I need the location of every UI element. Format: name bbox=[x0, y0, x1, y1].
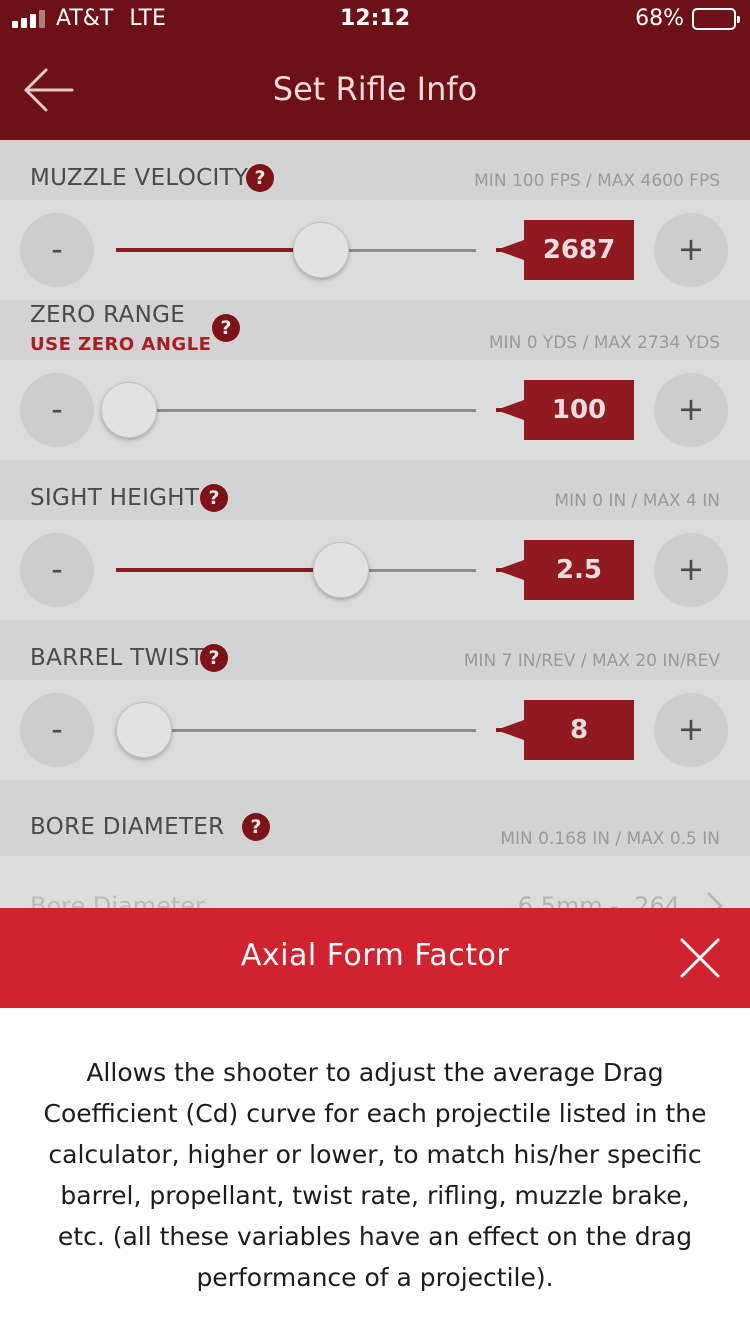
barrel-twist-decrement-button[interactable]: - bbox=[20, 693, 94, 767]
sight-height-header: SIGHT HEIGHT ? MIN 0 IN / MAX 4 IN bbox=[0, 460, 750, 520]
close-icon bbox=[680, 938, 720, 978]
barrel-twist-header: BARREL TWIST ? MIN 7 IN/REV / MAX 20 IN/… bbox=[0, 620, 750, 680]
bore-diameter-range: MIN 0.168 IN / MAX 0.5 IN bbox=[500, 829, 720, 849]
info-sheet-title: Axial Form Factor bbox=[240, 938, 510, 973]
barrel-twist-increment-button[interactable]: + bbox=[654, 693, 728, 767]
muzzle-velocity-range: MIN 100 FPS / MAX 4600 FPS bbox=[474, 171, 720, 191]
bore-diameter-row-label: Bore Diameter bbox=[30, 892, 205, 908]
muzzle-velocity-value[interactable]: 2687 bbox=[524, 220, 634, 280]
status-bar: AT&T LTE 12:12 68% bbox=[0, 0, 750, 40]
barrel-twist-help-icon[interactable]: ? bbox=[200, 644, 228, 672]
use-zero-angle-link[interactable]: USE ZERO ANGLE bbox=[30, 334, 211, 355]
rifle-settings: MUZZLE VELOCITY ? MIN 100 FPS / MAX 4600… bbox=[0, 140, 750, 908]
barrel-twist-control: - 8 + bbox=[0, 680, 750, 780]
battery-status: 68% bbox=[635, 6, 740, 31]
zero-range-slider-track[interactable] bbox=[116, 408, 476, 412]
muzzle-velocity-help-icon[interactable]: ? bbox=[246, 164, 274, 192]
chevron-right-icon bbox=[707, 892, 723, 908]
sight-height-decrement-button[interactable]: - bbox=[20, 533, 94, 607]
muzzle-velocity-slider-thumb[interactable] bbox=[293, 222, 350, 278]
zero-range-value-tag[interactable]: 100 bbox=[496, 380, 634, 440]
barrel-twist-label: BARREL TWIST bbox=[30, 645, 204, 671]
zero-range-help-icon[interactable]: ? bbox=[212, 314, 240, 342]
zero-range-label: ZERO RANGE bbox=[30, 302, 186, 328]
muzzle-velocity-value-tag[interactable]: 2687 bbox=[496, 220, 634, 280]
nav-bar: Set Rifle Info bbox=[0, 40, 750, 140]
sight-height-increment-button[interactable]: + bbox=[654, 533, 728, 607]
zero-range-range: MIN 0 YDS / MAX 2734 YDS bbox=[488, 333, 720, 353]
sight-height-slider-fill bbox=[116, 568, 341, 572]
sight-height-help-icon[interactable]: ? bbox=[200, 484, 228, 512]
zero-range-header: ZERO RANGE USE ZERO ANGLE ? MIN 0 YDS / … bbox=[0, 300, 750, 360]
sight-height-slider-thumb[interactable] bbox=[313, 542, 369, 598]
bore-diameter-row[interactable]: Bore Diameter 6.5mm - .264 bbox=[0, 856, 750, 908]
battery-percent: 68% bbox=[635, 6, 684, 31]
barrel-twist-range: MIN 7 IN/REV / MAX 20 IN/REV bbox=[463, 651, 720, 671]
sight-height-label: SIGHT HEIGHT bbox=[30, 485, 200, 511]
close-button[interactable] bbox=[676, 934, 724, 982]
sight-height-value[interactable]: 2.5 bbox=[524, 540, 634, 600]
zero-range-decrement-button[interactable]: - bbox=[20, 373, 94, 447]
muzzle-velocity-increment-button[interactable]: + bbox=[654, 213, 728, 287]
sight-height-range: MIN 0 IN / MAX 4 IN bbox=[554, 491, 720, 511]
zero-range-control: - 100 + bbox=[0, 360, 750, 460]
barrel-twist-value-tag[interactable]: 8 bbox=[496, 700, 634, 760]
sight-height-control: - 2.5 + bbox=[0, 520, 750, 620]
bore-diameter-row-value: 6.5mm - .264 bbox=[517, 892, 680, 908]
info-sheet-header: Axial Form Factor bbox=[0, 908, 750, 1008]
muzzle-velocity-decrement-button[interactable]: - bbox=[20, 213, 94, 287]
zero-range-slider-thumb[interactable] bbox=[101, 382, 158, 438]
muzzle-velocity-slider-fill bbox=[116, 248, 322, 252]
page-title: Set Rifle Info bbox=[272, 70, 478, 108]
zero-range-increment-button[interactable]: + bbox=[654, 373, 728, 447]
zero-range-value[interactable]: 100 bbox=[524, 380, 634, 440]
barrel-twist-slider-thumb[interactable] bbox=[115, 702, 172, 758]
muzzle-velocity-control: - 2687 + bbox=[0, 200, 750, 300]
muzzle-velocity-header: MUZZLE VELOCITY ? MIN 100 FPS / MAX 4600… bbox=[0, 140, 750, 200]
muzzle-velocity-label: MUZZLE VELOCITY bbox=[30, 165, 249, 191]
bore-diameter-header: BORE DIAMETER ? MIN 0.168 IN / MAX 0.5 I… bbox=[0, 780, 750, 856]
battery-icon bbox=[692, 7, 740, 30]
sight-height-value-tag[interactable]: 2.5 bbox=[496, 540, 634, 600]
bore-diameter-label: BORE DIAMETER bbox=[30, 814, 225, 840]
info-sheet-description: Allows the shooter to adjust the average… bbox=[43, 1058, 707, 1292]
info-sheet-body: Allows the shooter to adjust the average… bbox=[0, 1008, 750, 1334]
barrel-twist-value[interactable]: 8 bbox=[524, 700, 634, 760]
bore-diameter-help-icon[interactable]: ? bbox=[242, 813, 270, 841]
sight-height-slider-track[interactable] bbox=[116, 568, 476, 572]
